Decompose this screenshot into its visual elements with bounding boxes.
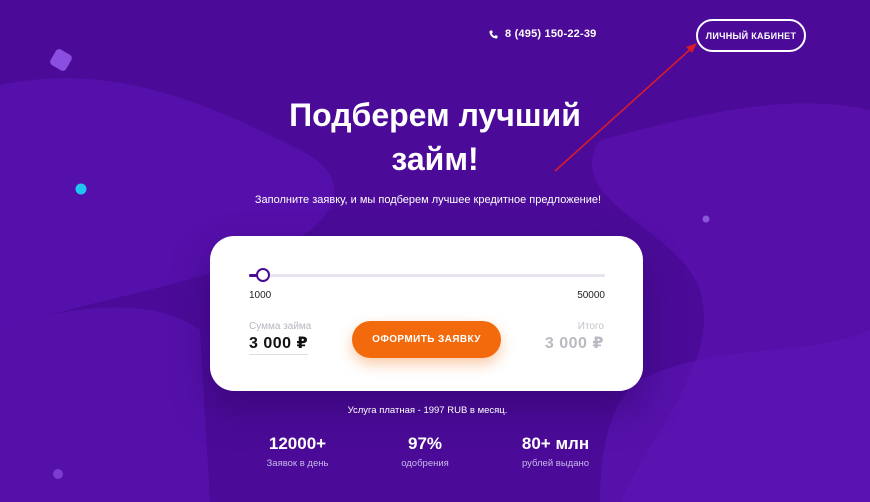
decorative-dot-cyan (75, 183, 87, 195)
loan-calculator-card: 1000 50000 Сумма займа 3 000 ₽ ОФОРМИТЬ … (210, 236, 643, 391)
slider-max-label: 50000 (577, 290, 605, 301)
hero-title-line-2: займ! (391, 141, 479, 177)
stat-value: 97% (407, 434, 443, 453)
submit-application-button[interactable]: ОФОРМИТЬ ЗАЯВКУ (352, 321, 501, 358)
slider-min-label: 1000 (249, 290, 272, 301)
stat-value: 12000+ (268, 434, 327, 453)
hero-title: Подберем лучший займ! (0, 93, 870, 181)
phone-number[interactable]: 8 (495) 150-22-39 (505, 28, 596, 40)
stat-caption: рублей выдано (521, 458, 590, 469)
phone-contact[interactable]: 8 (495) 150-22-39 (489, 28, 596, 40)
stat-caption: одобрения (401, 458, 449, 469)
decorative-dot (53, 469, 63, 479)
paid-service-notice: Услуга платная - 1997 RUB в месяц. (347, 405, 508, 416)
hero-subtitle: Заполните заявку, и мы подберем лучшее к… (254, 194, 602, 206)
personal-account-button[interactable]: ЛИЧНЫЙ КАБИНЕТ (696, 19, 806, 52)
loan-amount-label: Сумма займа (249, 321, 312, 332)
stat-applications: 12000+ Заявок в день (240, 434, 355, 469)
total-value: 3 000 ₽ (544, 335, 604, 352)
stat-caption: Заявок в день (266, 458, 329, 469)
total-label: Итого (577, 321, 604, 332)
stat-approval: 97% одобрения (375, 434, 475, 469)
hero-title-line-1: Подберем лучший (289, 97, 581, 133)
phone-icon (489, 29, 498, 39)
decorative-dot (702, 215, 710, 223)
amount-slider-track[interactable] (249, 274, 605, 277)
loan-amount-input[interactable]: 3 000 ₽ (249, 333, 309, 355)
stat-value: 80+ млн (521, 434, 590, 453)
stat-issued: 80+ млн рублей выдано (498, 434, 613, 469)
amount-slider-handle[interactable] (256, 268, 271, 282)
